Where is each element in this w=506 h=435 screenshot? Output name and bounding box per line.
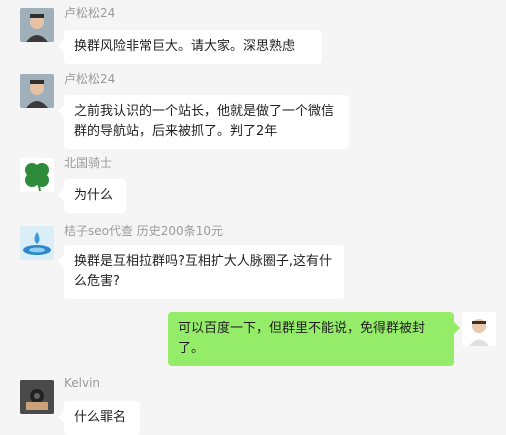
water-drop-icon [20, 226, 54, 260]
avatar[interactable] [20, 8, 54, 42]
message-bubble[interactable]: 为什么 [58, 179, 126, 213]
person-avatar-icon [462, 312, 496, 346]
sender-name: 卢松松24 [64, 72, 116, 86]
sender-name: Kelvin [64, 376, 101, 390]
person-avatar-icon [20, 8, 54, 42]
sender-name: 卢松松24 [64, 6, 116, 20]
chat-window: 卢松松24 换群风险非常巨大。请大家。深思熟虑 卢松松24 之前我认识的一个站长… [0, 0, 506, 435]
camera-avatar-icon [20, 380, 54, 414]
avatar-self[interactable] [462, 312, 496, 346]
avatar[interactable] [20, 74, 54, 108]
message-bubble[interactable]: 换群风险非常巨大。请大家。深思熟虑 [58, 30, 322, 64]
avatar[interactable] [20, 158, 54, 192]
avatar[interactable] [20, 226, 54, 260]
message-bubble-self[interactable]: 可以百度一下，但群里不能说，免得群被封了。 [168, 312, 460, 366]
message-bubble[interactable]: 什么罪名 [58, 401, 140, 435]
person-avatar-icon [20, 74, 54, 108]
message-bubble[interactable]: 换群是互相拉群吗?互相扩大人脉圈子,这有什么危害? [58, 245, 344, 299]
sender-name: 北国骑士 [64, 156, 113, 170]
avatar[interactable] [20, 380, 54, 414]
sender-name: 桔子seo代查 历史200条10元 [64, 224, 223, 238]
clover-icon [25, 163, 49, 192]
message-bubble[interactable]: 之前我认识的一个站长，他就是做了一个微信群的导航站，后来被抓了。判了2年 [58, 95, 349, 149]
